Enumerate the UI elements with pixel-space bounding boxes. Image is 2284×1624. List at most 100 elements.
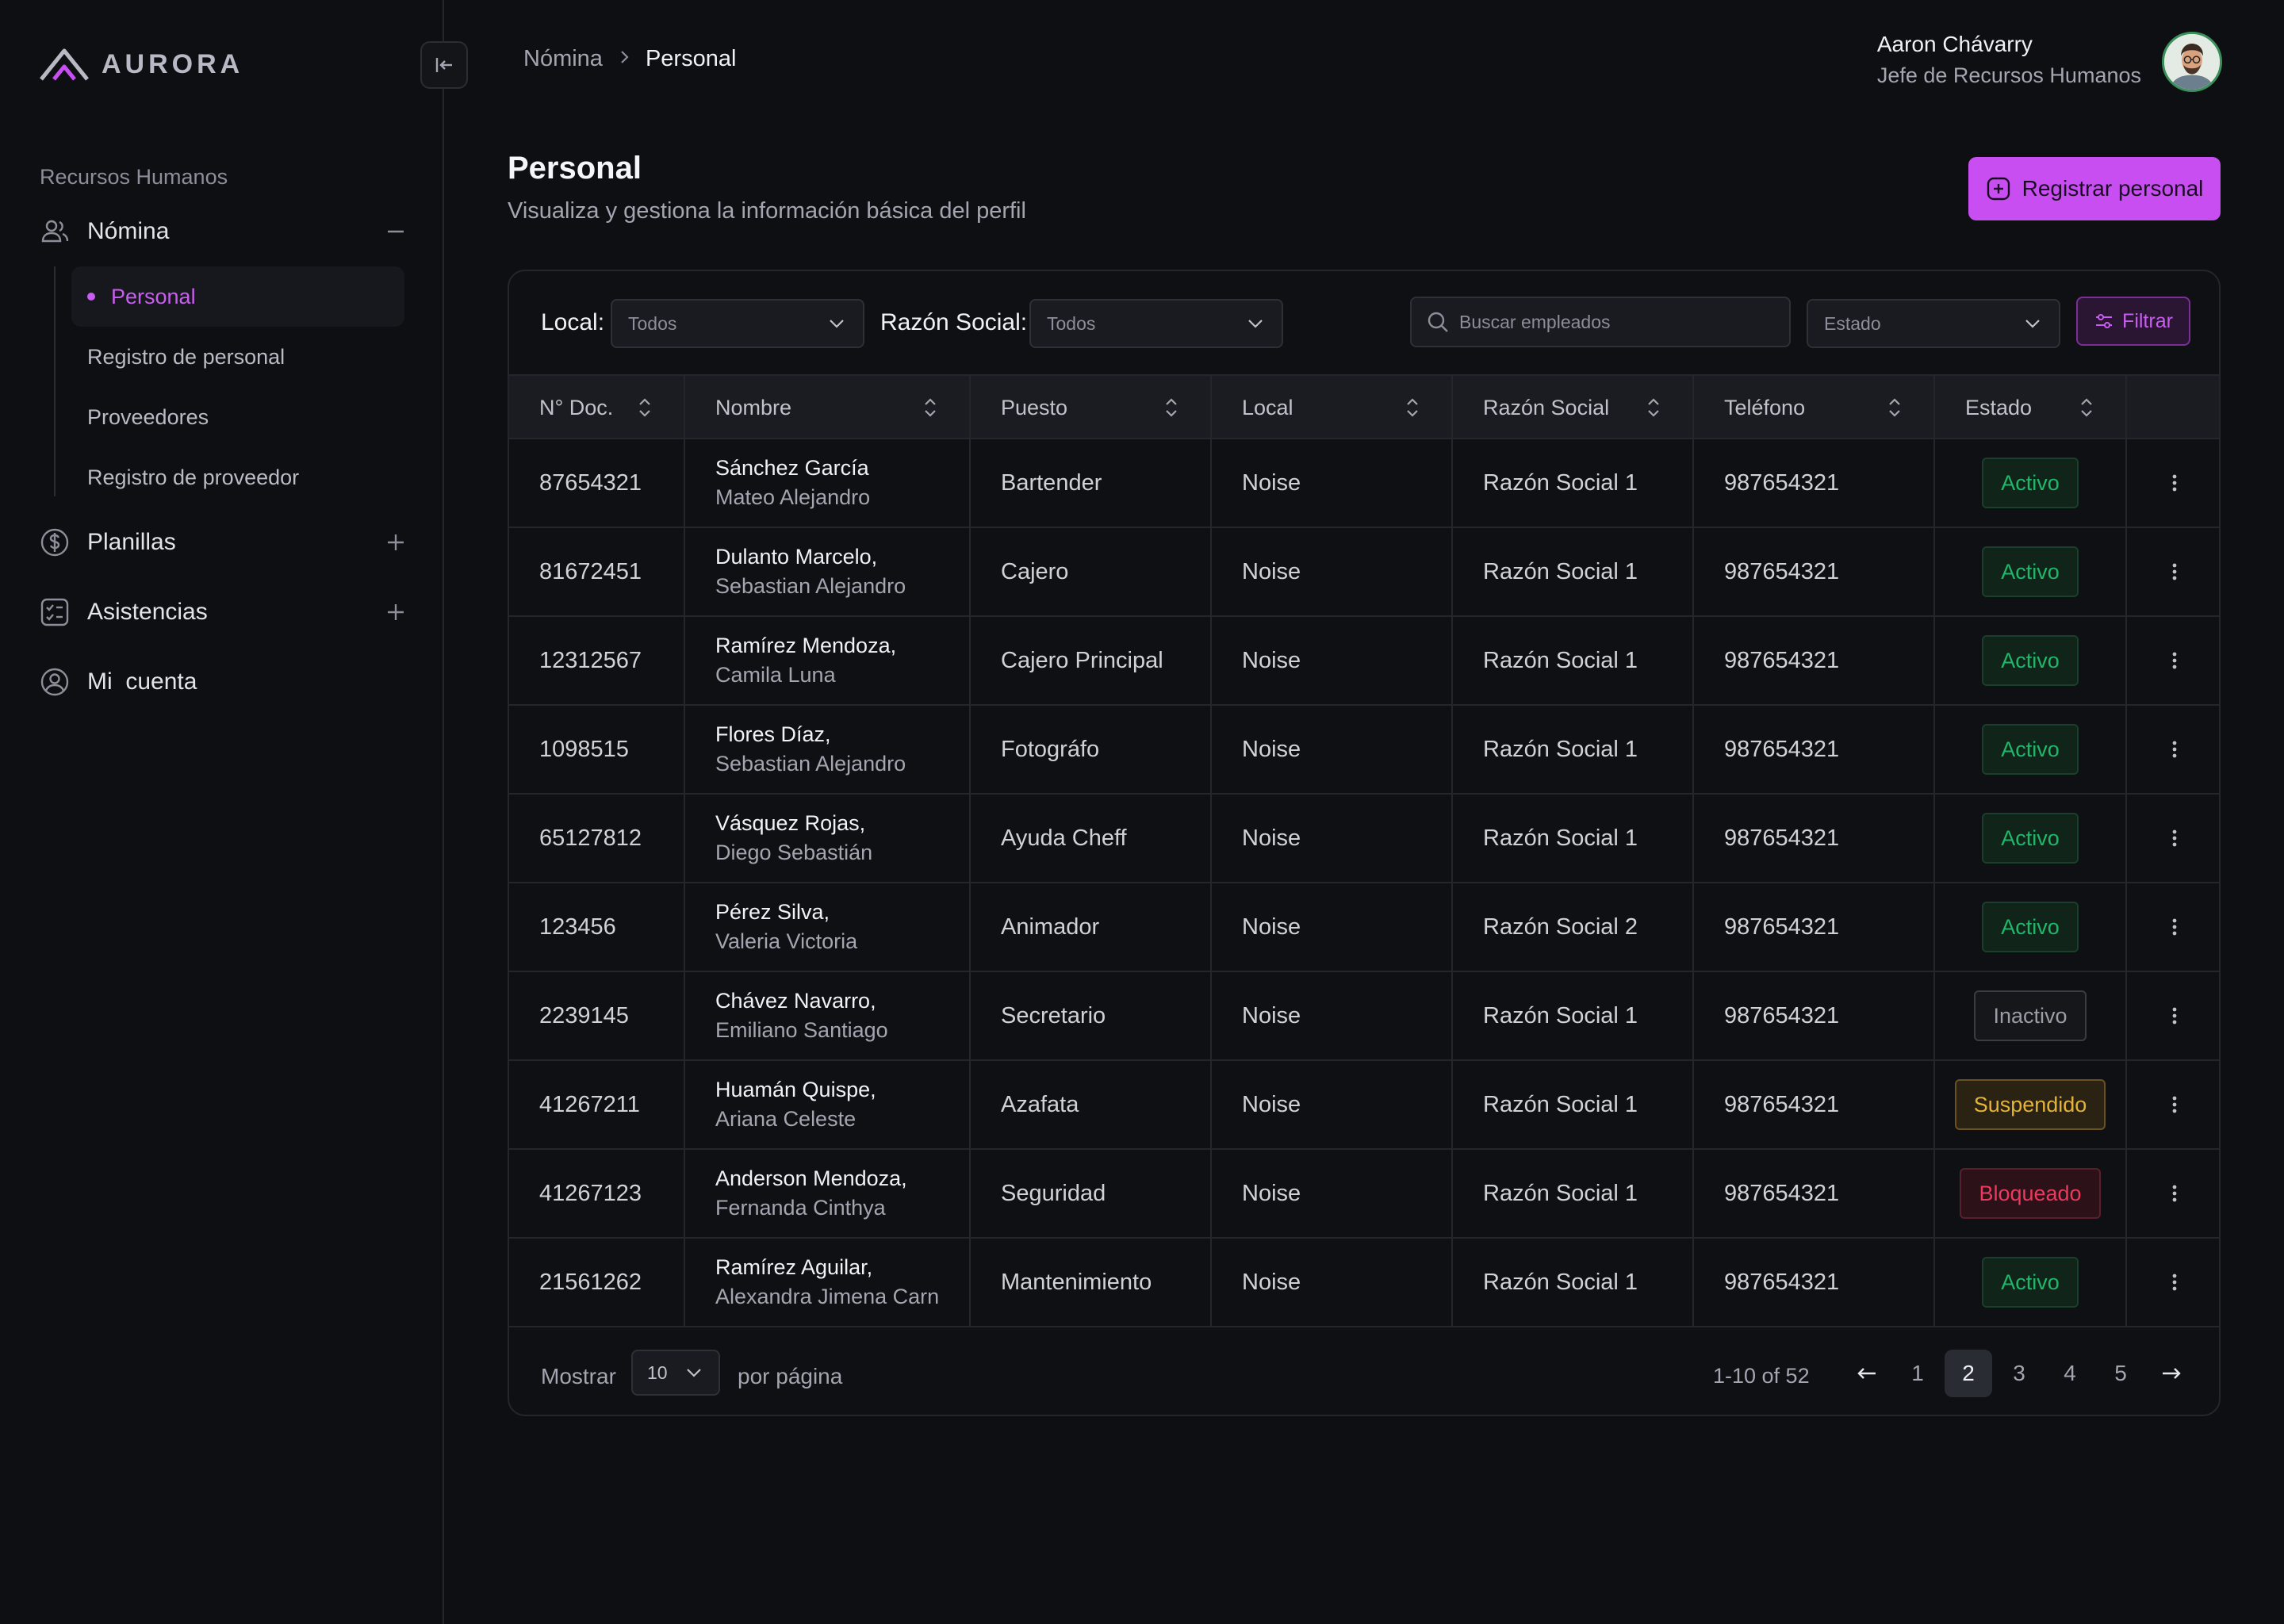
table-footer: Mostrar 10 por página 1-10 of 52 12345 <box>509 1327 2219 1415</box>
last-name: Pérez Silva, <box>715 900 830 924</box>
table-row[interactable]: 65127812 Vásquez Rojas, Diego Sebastián Ayu… <box>509 795 2219 883</box>
page-button[interactable]: 2 <box>1945 1350 1992 1397</box>
cell-local: Noise <box>1212 795 1453 882</box>
cell-doc: 41267123 <box>509 1150 685 1237</box>
sidebar-item-nomina[interactable]: Nómina <box>38 208 408 255</box>
status-badge: Activo <box>1982 1257 2079 1308</box>
row-actions-button[interactable] <box>2127 706 2219 793</box>
sidebar-subitem-registro-proveedor[interactable]: Registro de proveedor <box>71 447 404 508</box>
column-header[interactable]: Local <box>1212 376 1453 439</box>
row-actions-button[interactable] <box>2127 439 2219 527</box>
page-button[interactable]: 4 <box>2046 1350 2094 1397</box>
sort-icon[interactable] <box>922 396 939 419</box>
last-name: Ramírez Aguilar, <box>715 1255 873 1279</box>
row-actions-button[interactable] <box>2127 883 2219 971</box>
page-title: Personal <box>508 151 642 186</box>
local-select[interactable]: Todos <box>611 299 864 348</box>
expand-plus-icon[interactable] <box>384 530 408 554</box>
cell-puesto: Cajero <box>971 528 1212 615</box>
table-row[interactable]: 41267211 Huamán Quispe, Ariana Celeste Azaf… <box>509 1061 2219 1150</box>
chevron-down-icon <box>830 320 844 328</box>
last-name: Ramírez Mendoza, <box>715 634 897 657</box>
sort-icon[interactable] <box>1645 396 1662 419</box>
breadcrumb-current: Personal <box>645 46 737 71</box>
sort-icon[interactable] <box>1404 396 1421 419</box>
cell-razon: Razón Social 1 <box>1453 1150 1694 1237</box>
cell-name: Sánchez García Mateo Alejandro <box>685 439 971 527</box>
sort-icon[interactable] <box>1163 396 1180 419</box>
sidebar-item-asistencias[interactable]: Asistencias <box>38 588 408 636</box>
cell-tel: 987654321 <box>1694 1150 1935 1237</box>
page-button[interactable]: 3 <box>1995 1350 2043 1397</box>
expand-plus-icon[interactable] <box>384 600 408 624</box>
razon-social-filter-label: Razón Social: <box>880 309 1028 335</box>
avatar[interactable] <box>2162 32 2222 92</box>
column-header[interactable]: N° Doc. <box>509 376 685 439</box>
cell-puesto: Secretario <box>971 972 1212 1059</box>
cell-puesto: Mantenimiento <box>971 1239 1212 1326</box>
sidebar-subitem-personal[interactable]: Personal <box>71 266 404 327</box>
next-page-button[interactable] <box>2148 1350 2195 1397</box>
sort-icon[interactable] <box>2078 396 2095 419</box>
table-row[interactable]: 81672451 Dulanto Marcelo, Sebastian Alejan… <box>509 528 2219 617</box>
column-header[interactable]: Estado <box>1935 376 2127 439</box>
row-actions-button[interactable] <box>2127 1239 2219 1326</box>
page-button[interactable]: 1 <box>1894 1350 1941 1397</box>
page-button[interactable]: 5 <box>2097 1350 2144 1397</box>
table-row[interactable]: 41267123 Anderson Mendoza, Fernanda Cinthy… <box>509 1150 2219 1239</box>
table-row[interactable]: 2239145 Chávez Navarro, Emiliano Santiago S… <box>509 972 2219 1061</box>
first-name: Alexandra Jimena Carn <box>715 1285 940 1308</box>
filter-button[interactable]: Filtrar <box>2076 297 2190 346</box>
search-box[interactable] <box>1410 297 1791 347</box>
breadcrumb-parent[interactable]: Nómina <box>523 46 603 72</box>
sidebar-item-mi-cuenta[interactable]: Mi cuenta <box>38 658 408 706</box>
page-size-select[interactable]: 10 <box>631 1350 720 1396</box>
cell-puesto: Ayuda Cheff <box>971 795 1212 882</box>
last-name: Vásquez Rojas, <box>715 811 866 835</box>
estado-select[interactable]: Estado <box>1807 299 2060 348</box>
table-row[interactable]: 123456 Pérez Silva, Valeria Victoria Animad… <box>509 883 2219 972</box>
user-info: Aaron Chávarry Jefe de Recursos Humanos <box>1877 32 2141 88</box>
cell-doc: 2239145 <box>509 972 685 1059</box>
column-header[interactable]: Teléfono <box>1694 376 1935 439</box>
search-input[interactable] <box>1459 311 1775 333</box>
cell-estado: Suspendido <box>1935 1061 2127 1148</box>
row-actions-button[interactable] <box>2127 528 2219 615</box>
sidebar-subitem-registro-personal[interactable]: Registro de personal <box>71 327 404 387</box>
prev-page-button[interactable] <box>1843 1350 1891 1397</box>
collapse-sidebar-button[interactable] <box>420 41 468 89</box>
sidebar-item-planillas[interactable]: Planillas <box>38 519 408 566</box>
table-row[interactable]: 1098515 Flores Díaz, Sebastian Alejandro Fo… <box>509 706 2219 795</box>
cell-tel: 987654321 <box>1694 617 1935 704</box>
row-actions-button[interactable] <box>2127 795 2219 882</box>
column-header[interactable]: Puesto <box>971 376 1212 439</box>
collapse-minus-icon[interactable] <box>384 220 408 243</box>
cell-doc: 1098515 <box>509 706 685 793</box>
row-actions-button[interactable] <box>2127 617 2219 704</box>
table-row[interactable]: 12312567 Ramírez Mendoza, Camila Luna Cajer… <box>509 617 2219 706</box>
razon-social-select[interactable]: Todos <box>1029 299 1283 348</box>
cell-puesto: Animador <box>971 883 1212 971</box>
registrar-personal-button[interactable]: Registrar personal <box>1968 157 2221 220</box>
status-badge: Suspendido <box>1954 1079 2106 1130</box>
cell-doc: 21561262 <box>509 1239 685 1326</box>
table-row[interactable]: 21561262 Ramírez Aguilar, Alexandra Jimena… <box>509 1239 2219 1327</box>
row-actions-button[interactable] <box>2127 972 2219 1059</box>
arrow-left-icon <box>1857 1368 1876 1379</box>
logo-text: AURORA <box>102 48 244 79</box>
cell-puesto: Fotográfo <box>971 706 1212 793</box>
column-header[interactable]: Nombre <box>685 376 971 439</box>
cell-name: Dulanto Marcelo, Sebastian Alejandro <box>685 528 971 615</box>
row-actions-button[interactable] <box>2127 1061 2219 1148</box>
column-header[interactable]: Razón Social <box>1453 376 1694 439</box>
table-row[interactable]: 87654321 Sánchez García Mateo Alejandro Bar… <box>509 439 2219 528</box>
row-actions-button[interactable] <box>2127 1150 2219 1237</box>
sidebar-subitem-proveedores[interactable]: Proveedores <box>71 387 404 447</box>
first-name: Emiliano Santiago <box>715 1018 888 1042</box>
show-label: Mostrar <box>541 1364 616 1388</box>
sort-icon[interactable] <box>636 396 653 419</box>
cell-name: Chávez Navarro, Emiliano Santiago <box>685 972 971 1059</box>
avatar-illustration-icon <box>2164 34 2220 90</box>
cell-local: Noise <box>1212 883 1453 971</box>
sort-icon[interactable] <box>1886 396 1903 419</box>
